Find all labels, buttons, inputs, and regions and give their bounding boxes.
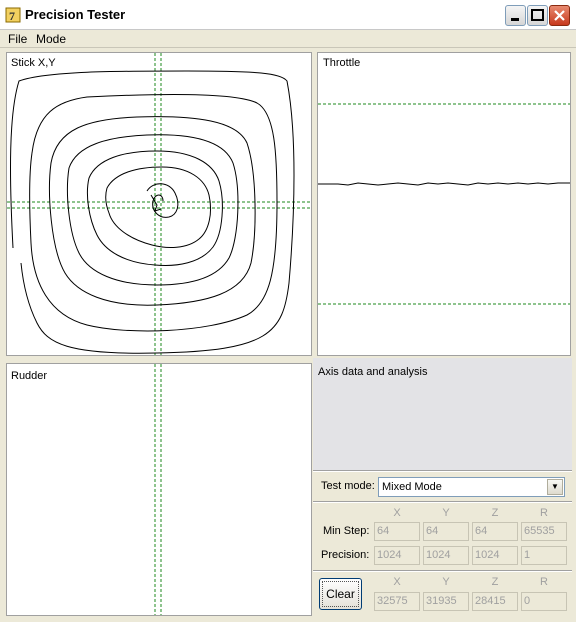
maximize-icon bbox=[531, 9, 544, 21]
window-title: Precision Tester bbox=[25, 7, 126, 22]
col-header-r: R bbox=[540, 576, 548, 588]
current-z-field: 28415 bbox=[472, 592, 518, 611]
col-header-y: Y bbox=[442, 507, 450, 519]
current-r-field: 0 bbox=[521, 592, 567, 611]
rudder-panel: Rudder bbox=[6, 363, 312, 616]
col-header-x: X bbox=[393, 576, 401, 588]
menu-bar: File Mode bbox=[0, 30, 576, 48]
test-mode-label: Test mode: bbox=[321, 480, 375, 492]
separator bbox=[313, 470, 572, 472]
svg-text:7: 7 bbox=[9, 9, 15, 23]
min-step-r-field: 65535 bbox=[521, 522, 567, 541]
col-header-x: X bbox=[393, 507, 401, 519]
title-bar: 7 Precision Tester bbox=[0, 0, 576, 30]
menu-mode[interactable]: Mode bbox=[36, 32, 66, 46]
min-step-x-field: 64 bbox=[374, 522, 420, 541]
stick-xy-label: Stick X,Y bbox=[11, 57, 56, 69]
precision-y-field: 1024 bbox=[423, 546, 469, 565]
throttle-plot bbox=[318, 103, 570, 305]
min-step-z-field: 64 bbox=[472, 522, 518, 541]
close-icon bbox=[554, 10, 565, 21]
col-header-y: Y bbox=[442, 576, 450, 588]
menu-file-label: File bbox=[8, 32, 28, 46]
precision-r-field: 1 bbox=[521, 546, 567, 565]
current-y-field: 31935 bbox=[423, 592, 469, 611]
test-mode-value: Mixed Mode bbox=[382, 481, 442, 493]
precision-x-field: 1024 bbox=[374, 546, 420, 565]
throttle-panel: Throttle bbox=[317, 52, 571, 356]
precision-z-field: 1024 bbox=[472, 546, 518, 565]
min-step-label: Min Step: bbox=[323, 525, 370, 537]
separator bbox=[313, 501, 572, 503]
minimize-button[interactable] bbox=[505, 5, 526, 26]
menu-mode-label: Mode bbox=[36, 32, 67, 46]
min-step-y-field: 64 bbox=[423, 522, 469, 541]
separator bbox=[313, 570, 572, 572]
menu-file[interactable]: File bbox=[8, 32, 27, 46]
minimize-icon bbox=[511, 18, 519, 21]
col-header-r: R bbox=[540, 507, 548, 519]
stick-xy-panel: Stick X,Y bbox=[6, 52, 312, 356]
clear-button[interactable]: Clear bbox=[319, 578, 362, 610]
col-header-z: Z bbox=[491, 576, 499, 588]
precision-label: Precision: bbox=[321, 549, 370, 561]
rudder-label: Rudder bbox=[11, 370, 48, 382]
current-x-field: 32575 bbox=[374, 592, 420, 611]
rudder-plot bbox=[154, 364, 162, 615]
stick-xy-plot bbox=[7, 53, 311, 355]
app-icon: 7 bbox=[5, 7, 21, 23]
test-mode-select[interactable]: Mixed Mode ▼ bbox=[378, 477, 565, 497]
maximize-button[interactable] bbox=[527, 5, 548, 26]
close-button[interactable] bbox=[549, 5, 570, 26]
chevron-down-icon[interactable]: ▼ bbox=[547, 479, 563, 495]
throttle-label: Throttle bbox=[323, 57, 361, 69]
col-header-z: Z bbox=[491, 507, 499, 519]
analysis-label: Axis data and analysis bbox=[318, 366, 428, 378]
clear-button-label: Clear bbox=[326, 587, 355, 601]
